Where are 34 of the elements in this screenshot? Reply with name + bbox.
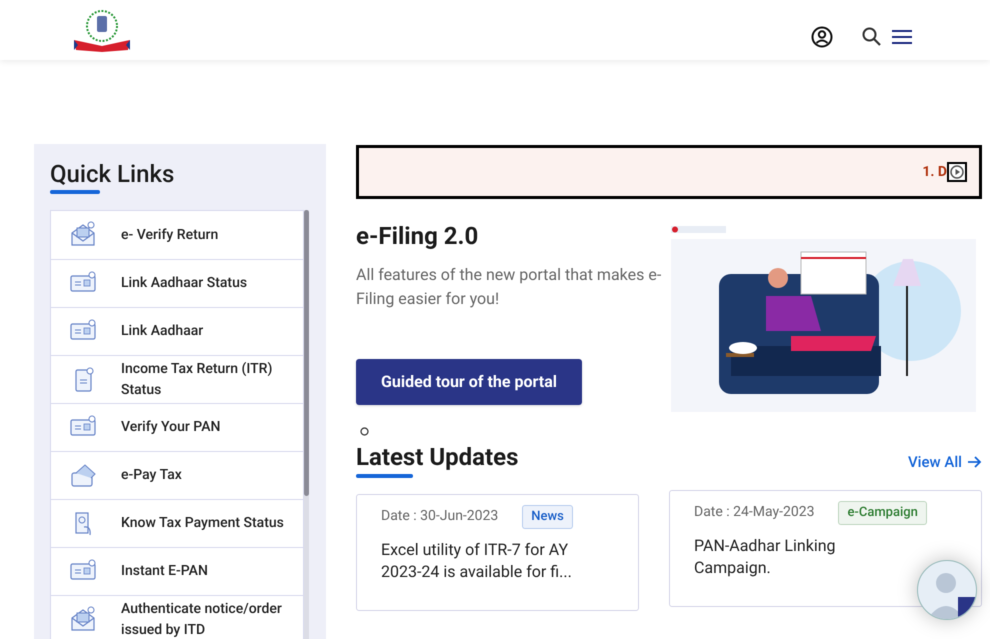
- update-tag: News: [522, 505, 573, 528]
- quick-link[interactable]: Verify Your PAN: [121, 417, 220, 438]
- ticker-text[interactable]: 1. D: [922, 162, 947, 182]
- menu-icon[interactable]: [892, 30, 912, 44]
- account-icon[interactable]: [811, 26, 833, 48]
- update-card[interactable]: Date : 24-May-2023 e-Campaign PAN-Aadhar Linking Campaign.: [669, 490, 982, 607]
- quick-link[interactable]: Know Tax Payment Status: [121, 513, 284, 534]
- hero-description: All features of the new portal that makes e-Filing easier for you!: [356, 264, 662, 310]
- quick-link[interactable]: e-Pay Tax: [121, 465, 182, 486]
- update-text: PAN-Aadhar Linking Campaign.: [694, 534, 837, 578]
- hero-title: e-Filing 2.0: [356, 221, 478, 251]
- emblem-logo-drawing[interactable]: [72, 8, 132, 52]
- quick-link[interactable]: Authenticate notice/order issued by ITD: [121, 598, 295, 639]
- latest-updates-title: Latest Updates: [356, 442, 518, 472]
- update-tag: e-Campaign: [838, 501, 927, 524]
- quick-link[interactable]: Link Aadhaar Status: [121, 273, 248, 294]
- update-date: Date : 24-May-2023: [694, 503, 814, 522]
- carousel-dot-icon[interactable]: [360, 427, 369, 436]
- quick-link[interactable]: Income Tax Return (ITR) Status: [121, 358, 295, 400]
- wallet-icon: [69, 462, 97, 490]
- quick-link[interactable]: Instant E-PAN: [121, 561, 208, 582]
- search-icon[interactable]: [862, 27, 881, 46]
- update-text: Excel utility of ITR-7 for AY 2023-24 is available for fi...: [381, 538, 573, 582]
- view-all-link[interactable]: View All: [908, 450, 982, 473]
- envelope-icon: [69, 606, 97, 634]
- update-date: Date : 30-Jun-2023: [381, 507, 498, 526]
- quick-link[interactable]: e- Verify Return: [121, 224, 218, 246]
- quick-link[interactable]: Link Aadhaar: [121, 321, 204, 342]
- scrollbar-thumb[interactable]: [304, 210, 309, 496]
- guided-tour-button[interactable]: Guided tour of the portal: [356, 359, 582, 405]
- play-icon[interactable]: [947, 162, 967, 182]
- arrow-right-icon: [968, 456, 982, 468]
- quick-links-title: Quick Links: [50, 160, 174, 188]
- update-card[interactable]: Date : 30-Jun-2023 News Excel utility of ITR-7 for AY 2023-24 is available for fi...: [356, 494, 639, 611]
